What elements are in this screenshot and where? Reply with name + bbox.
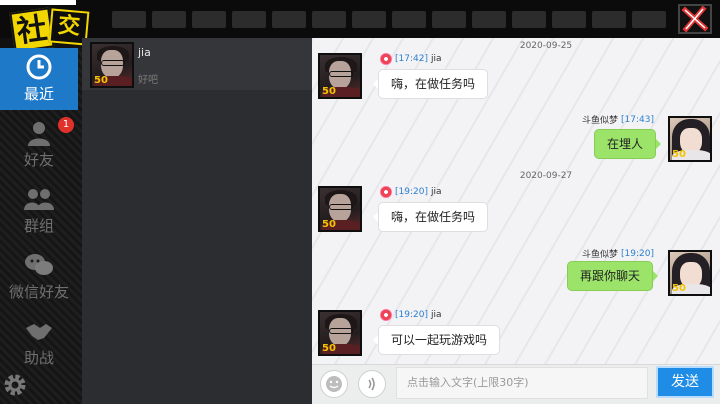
nav-label-recent: 最近 [23, 85, 54, 103]
input-bar: 点击输入文字(上限30字) 发送 [312, 364, 720, 404]
avatar[interactable]: 50 [318, 310, 362, 356]
top-bar [0, 0, 720, 38]
message-header: [19:20] jia [380, 309, 442, 321]
nav-item-wechat[interactable]: 微信好友 [0, 246, 78, 308]
message-bubble[interactable]: 嗨，在做任务吗 [372, 69, 489, 99]
nav-item-recent[interactable]: 最近 [0, 48, 78, 110]
message-bubble[interactable]: 可以一起玩游戏吗 [372, 325, 501, 355]
message-sender: jia [430, 310, 442, 320]
flower-icon [380, 186, 392, 198]
message-time: [17:43] [621, 114, 654, 125]
message-bubble[interactable]: 再跟你聊天 [567, 261, 659, 291]
level-badge: 50 [322, 219, 336, 230]
message-header: [17:42] jia [380, 53, 442, 65]
contact-last-message: 好吧 [138, 75, 158, 86]
level-badge: 50 [672, 283, 686, 294]
message-header: 斗鱼似梦 [19:20] [582, 247, 654, 261]
avatar: 50 [90, 42, 134, 88]
message-sender: jia [430, 187, 442, 197]
voice-button[interactable] [358, 370, 386, 398]
logo-char-1: 社 [9, 7, 55, 53]
nav-label-groups: 群组 [23, 217, 54, 235]
message-input[interactable]: 点击输入文字(上限30字) [396, 367, 648, 399]
clock-icon [26, 54, 52, 80]
emoji-icon [326, 376, 342, 392]
send-button[interactable]: 发送 [656, 366, 714, 398]
nav-label-wechat: 微信好友 [8, 283, 69, 301]
level-badge: 50 [672, 149, 686, 160]
message-bubble[interactable]: 在埋人 [594, 129, 662, 159]
gear-icon[interactable] [2, 372, 28, 398]
flower-icon [380, 53, 392, 65]
contact-list: 50 jia 好吧 [82, 38, 312, 404]
message-sender: 斗鱼似梦 [582, 250, 619, 260]
message-time: [19:20] [395, 187, 428, 197]
date-separator: 2020-09-27 [519, 171, 573, 181]
group-icon [24, 189, 54, 210]
close-icon [682, 6, 708, 32]
nav-label-friends: 好友 [23, 151, 54, 169]
flower-icon [380, 309, 392, 321]
nav-item-groups[interactable]: 群组 [0, 180, 78, 242]
level-badge: 50 [322, 343, 336, 354]
nav-item-assist[interactable]: 助战 [0, 312, 78, 374]
friend-request-badge: 1 [58, 117, 74, 133]
handshake-icon [26, 324, 52, 340]
avatar[interactable]: 50 [668, 116, 712, 162]
message-sender: jia [430, 54, 442, 64]
top-notch [0, 0, 76, 5]
avatar[interactable]: 50 [318, 53, 362, 99]
close-button[interactable] [678, 4, 712, 34]
message-time: [19:20] [395, 310, 428, 320]
voice-icon [368, 377, 375, 391]
avatar[interactable]: 50 [318, 186, 362, 232]
level-badge: 50 [322, 86, 336, 97]
message-time: [17:42] [395, 54, 428, 64]
nav-label-assist: 助战 [23, 349, 54, 367]
message-time: [19:20] [621, 248, 654, 259]
message-header: 斗鱼似梦 [17:43] [582, 113, 654, 127]
message-header: [19:20] jia [380, 186, 442, 198]
message-sender: 斗鱼似梦 [582, 116, 619, 126]
level-badge: 50 [94, 75, 108, 86]
avatar[interactable]: 50 [668, 250, 712, 296]
emoji-button[interactable] [320, 370, 348, 398]
side-nav: 最近 好友 1 群组 微信好友 助战 [0, 48, 82, 404]
friend-icon [28, 122, 50, 146]
wechat-icon [25, 254, 53, 275]
message-bubble[interactable]: 嗨，在做任务吗 [372, 202, 489, 232]
chat-panel: 2020-09-25 50 [17:42] jia 嗨，在做任务吗 斗鱼似梦 [… [312, 38, 720, 364]
contact-name: jia [138, 46, 151, 59]
date-separator: 2020-09-25 [519, 41, 573, 51]
contact-row[interactable]: 50 jia 好吧 [82, 38, 312, 90]
top-slots [112, 11, 666, 28]
